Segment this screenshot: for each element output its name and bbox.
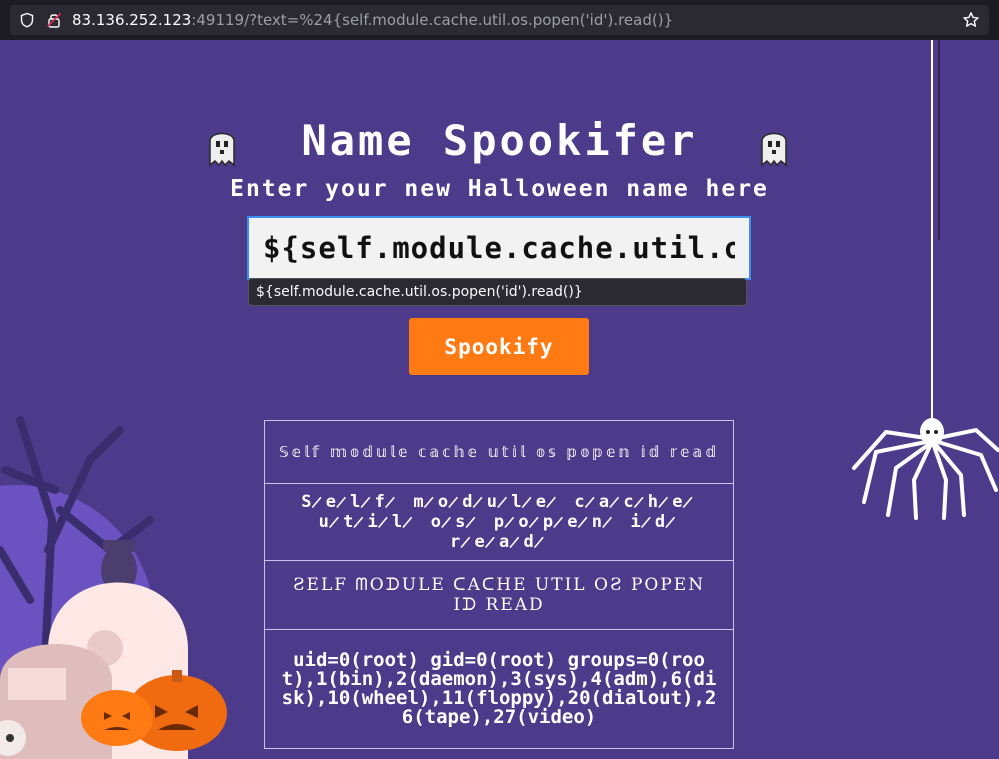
page-title: Name Spookifer xyxy=(301,116,698,165)
url-host: 83.136.252.123 xyxy=(72,11,192,29)
result-cell-font1: 𝕊𝕖𝕝𝕗 𝕞𝕠𝕕𝕦𝕝𝕖 𝕔𝕒𝕔𝕙𝕖 𝕦𝕥𝕚𝕝 𝕠𝕤 𝕡𝕠𝕡𝕖𝕟 𝕚𝕕 𝕣𝕖𝕒𝕕 xyxy=(264,420,734,484)
page-content: Name Spookifer Enter your new Halloween … xyxy=(0,40,999,759)
result-cell-font2: S̷e̷l̷f̷ m̷o̷d̷u̷l̷e̷ c̷a̷c̷h̷e̷ u̷t̷i̷l… xyxy=(264,483,734,561)
url-text[interactable]: 83.136.252.123:49119/?text=%24{self.modu… xyxy=(72,11,673,29)
bookmark-star-icon[interactable] xyxy=(962,11,980,29)
table-row: 𝕊𝕖𝕝𝕗 𝕞𝕠𝕕𝕦𝕝𝕖 𝕔𝕒𝕔𝕙𝕖 𝕦𝕥𝕚𝕝 𝕠𝕤 𝕡𝕠𝕡𝕖𝕟 𝕚𝕕 𝕣𝕖𝕒𝕕 xyxy=(264,420,734,484)
url-path: :49119/?text=%24{self.module.cache.util.… xyxy=(191,11,674,29)
graveyard-decoration xyxy=(0,416,227,759)
url-bar[interactable]: 83.136.252.123:49119/?text=%24{self.modu… xyxy=(10,5,989,35)
result-cell-font3: ƧELF ᗰOᗪULE ᑕAᑕHE UTIL OƧ POPEN Iᗪ READ xyxy=(264,560,734,630)
broken-lock-icon[interactable] xyxy=(46,12,62,28)
page-subtitle: Enter your new Halloween name here xyxy=(230,176,769,202)
browser-toolbar: 83.136.252.123:49119/?text=%24{self.modu… xyxy=(0,0,999,40)
spookify-button[interactable]: Spookify xyxy=(409,318,589,375)
spider-icon xyxy=(852,40,999,520)
shield-icon[interactable] xyxy=(19,12,35,28)
autocomplete-suggestion[interactable]: ${self.module.cache.util.os.popen('id').… xyxy=(248,278,747,306)
name-input[interactable] xyxy=(247,216,751,280)
table-row: uid=0(root) gid=0(root) groups=0(root),1… xyxy=(264,629,734,749)
table-row: S̷e̷l̷f̷ m̷o̷d̷u̷l̷e̷ c̷a̷c̷h̷e̷ u̷t̷i̷l… xyxy=(264,483,734,561)
table-row: ƧELF ᗰOᗪULE ᑕAᑕHE UTIL OƧ POPEN Iᗪ READ xyxy=(264,560,734,630)
results-table: 𝕊𝕖𝕝𝕗 𝕞𝕠𝕕𝕦𝕝𝕖 𝕔𝕒𝕔𝕙𝕖 𝕦𝕥𝕚𝕝 𝕠𝕤 𝕡𝕠𝕡𝕖𝕟 𝕚𝕕 𝕣𝕖𝕒𝕕 … xyxy=(264,420,734,749)
result-cell-font4: uid=0(root) gid=0(root) groups=0(root),1… xyxy=(264,629,734,749)
